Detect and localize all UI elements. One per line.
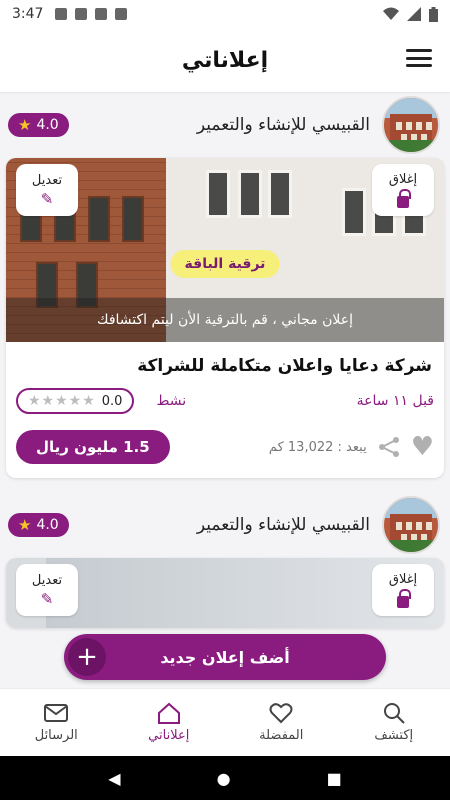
nav-item-favorites[interactable]: المفضلة xyxy=(225,689,338,756)
listing-status: نشط xyxy=(156,393,187,409)
menu-icon xyxy=(406,49,432,52)
close-listing-button[interactable]: إغلاق xyxy=(372,164,434,216)
company-rating-value: 4.0 xyxy=(36,517,59,533)
close-listing-button[interactable]: إغلاق xyxy=(372,564,434,616)
company-rating-badge: ★ 4.0 xyxy=(8,513,69,537)
wifi-icon xyxy=(383,7,399,20)
bottom-navigation: الرسائل إعلاناتي المفضلة إكتشف xyxy=(0,688,450,756)
heart-icon xyxy=(268,702,294,724)
recents-icon[interactable]: ■ xyxy=(327,769,342,788)
edit-button[interactable]: تعديل ✎ xyxy=(16,164,78,216)
listing-card[interactable]: تعديل ✎ إغلاق xyxy=(6,558,444,628)
pencil-icon: ✎ xyxy=(40,590,54,608)
plus-icon: + xyxy=(68,638,106,676)
edit-button[interactable]: تعديل ✎ xyxy=(16,564,78,616)
lock-icon xyxy=(397,589,411,608)
company-header[interactable]: القبيسي للإنشاء والتعمير ★ 4.0 xyxy=(0,92,450,158)
company-rating-value: 4.0 xyxy=(36,117,59,133)
edit-label: تعديل xyxy=(31,573,63,588)
upgrade-plan-button[interactable]: ترقية الباقة xyxy=(170,250,280,278)
favorite-heart-icon[interactable]: ♥ xyxy=(411,434,434,460)
status-time: 3:47 xyxy=(12,6,44,22)
page-title: إعلاناتي xyxy=(181,47,269,73)
company-name[interactable]: القبيسي للإنشاء والتعمير xyxy=(197,115,370,135)
add-listing-label: أضف إعلان جديد xyxy=(160,647,290,667)
menu-button[interactable] xyxy=(406,46,432,70)
mail-icon xyxy=(43,702,69,724)
company-avatar[interactable] xyxy=(382,96,440,154)
company-header[interactable]: القبيسي للإنشاء والتعمير ★ 4.0 xyxy=(0,492,450,558)
nav-label-my-listings: إعلاناتي xyxy=(148,728,190,743)
company-rating-badge: ★ 4.0 xyxy=(8,113,69,137)
sd-card-icon xyxy=(115,8,128,20)
back-icon[interactable]: ◀ xyxy=(108,769,120,788)
listing-title[interactable]: شركة دعايا واعلان متكاملة للشراكة xyxy=(6,342,444,382)
listing-actions: ♥ يبعد : 13,022 كم 1.5 مليون ريال xyxy=(6,420,444,478)
app-bar: إعلاناتي xyxy=(0,28,450,92)
nav-item-messages[interactable]: الرسائل xyxy=(0,689,113,756)
nav-item-my-listings[interactable]: إعلاناتي xyxy=(113,689,226,756)
company-name[interactable]: القبيسي للإنشاء والتعمير xyxy=(197,515,370,535)
shield-icon xyxy=(95,8,108,20)
home-circle-icon[interactable]: ● xyxy=(217,769,231,788)
listing-card[interactable]: تعديل ✎ إغلاق ترقية الباقة إعلان مجاني ،… xyxy=(6,158,444,478)
edit-label: تعديل xyxy=(31,173,63,188)
settings-icon xyxy=(55,8,68,20)
search-icon xyxy=(381,702,407,724)
listing-meta: قبل ١١ ساعة نشط ★★★★★ 0.0 xyxy=(6,382,444,420)
share-icon[interactable] xyxy=(377,435,401,459)
review-rating[interactable]: ★★★★★ 0.0 xyxy=(16,388,135,414)
review-score: 0.0 xyxy=(101,393,123,409)
company-avatar[interactable] xyxy=(382,496,440,554)
message-icon xyxy=(75,8,88,20)
signal-icon xyxy=(407,7,421,21)
listing-price[interactable]: 1.5 مليون ريال xyxy=(16,430,170,464)
listing-image[interactable]: تعديل ✎ إغلاق ترقية الباقة إعلان مجاني ،… xyxy=(6,158,444,342)
free-listing-text: إعلان مجاني ، قم بالترقية الأن ليتم اكتش… xyxy=(97,312,353,328)
lock-icon xyxy=(397,189,411,208)
listing-distance: يبعد : 13,022 كم xyxy=(268,439,367,455)
pencil-icon: ✎ xyxy=(40,190,54,208)
nav-label-favorites: المفضلة xyxy=(259,728,304,743)
listings-list[interactable]: القبيسي للإنشاء والتعمير ★ 4.0 تعديل ✎ إ… xyxy=(0,92,450,688)
add-listing-button[interactable]: أضف إعلان جديد + xyxy=(64,634,386,680)
free-listing-banner: إعلان مجاني ، قم بالترقية الأن ليتم اكتش… xyxy=(6,298,444,342)
listing-time: قبل ١١ ساعة xyxy=(356,393,434,409)
nav-label-messages: الرسائل xyxy=(34,728,78,743)
nav-label-discover: إكتشف xyxy=(374,728,414,743)
close-label: إغلاق xyxy=(388,172,418,187)
status-bar: 3:47 xyxy=(0,0,450,28)
close-label: إغلاق xyxy=(388,572,418,587)
star-icon: ★ xyxy=(18,116,32,134)
battery-icon xyxy=(429,6,438,22)
rating-stars-icon: ★★★★★ xyxy=(28,393,96,409)
star-icon: ★ xyxy=(18,516,32,534)
nav-item-discover[interactable]: إكتشف xyxy=(338,689,450,756)
status-notification-icons xyxy=(55,8,128,20)
listing-image[interactable]: تعديل ✎ إغلاق xyxy=(6,558,444,628)
system-navigation: ◀ ● ■ xyxy=(0,756,450,800)
home-icon xyxy=(156,702,182,724)
